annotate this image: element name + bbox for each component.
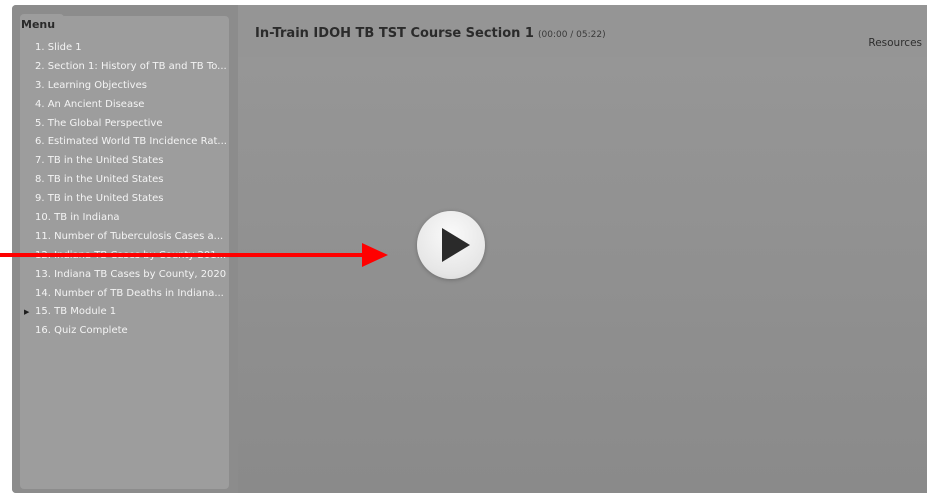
course-title-text: In-Train IDOH TB TST Course Section 1 bbox=[255, 26, 534, 41]
menu-item-label: 5. The Global Perspective bbox=[35, 117, 163, 129]
menu-item-slide-1[interactable]: 1. Slide 1 bbox=[20, 39, 229, 58]
slide-stage bbox=[238, 57, 927, 493]
menu-item-label: 2. Section 1: History of TB and TB To... bbox=[35, 60, 227, 72]
menu-item-label: 7. TB in the United States bbox=[35, 155, 164, 167]
menu-item-label: 3. Learning Objectives bbox=[35, 79, 147, 91]
playback-time: (00:00 / 05:22) bbox=[537, 30, 606, 40]
menu-item-learning-objectives[interactable]: 3. Learning Objectives bbox=[20, 77, 229, 96]
arrow-head bbox=[362, 243, 388, 267]
menu-item-tb-us-1[interactable]: 7. TB in the United States bbox=[20, 152, 229, 171]
menu-item-label: 16. Quiz Complete bbox=[35, 325, 128, 337]
menu-item-label: 4. An Ancient Disease bbox=[35, 98, 145, 110]
menu-title: Menu bbox=[21, 18, 56, 31]
menu-item-quiz-complete[interactable]: 16. Quiz Complete bbox=[20, 322, 229, 341]
menu-item-tb-us-2[interactable]: 8. TB in the United States bbox=[20, 171, 229, 190]
top-bar: In-Train IDOH TB TST Course Section 1 (00… bbox=[238, 5, 927, 57]
menu-item-label: 13. Indiana TB Cases by County, 2020 bbox=[35, 268, 227, 280]
menu-item-ancient-disease[interactable]: 4. An Ancient Disease bbox=[20, 96, 229, 115]
play-button[interactable] bbox=[417, 211, 485, 279]
menu-item-label: 9. TB in the United States bbox=[35, 193, 164, 205]
menu-item-tb-indiana[interactable]: 10. TB in Indiana bbox=[20, 209, 229, 228]
menu-item-label: 14. Number of TB Deaths in Indiana... bbox=[35, 287, 224, 299]
menu-item-world-incidence[interactable]: 6. Estimated World TB Incidence Rat... bbox=[20, 133, 229, 152]
menu-item-tb-deaths[interactable]: 14. Number of TB Deaths in Indiana... bbox=[20, 285, 229, 304]
menu-item-label: 8. TB in the United States bbox=[35, 174, 164, 186]
annotation-arrow-icon bbox=[0, 243, 388, 267]
course-title: In-Train IDOH TB TST Course Section 1 (00… bbox=[255, 26, 606, 41]
menu-item-global-perspective[interactable]: 5. The Global Perspective bbox=[20, 115, 229, 134]
play-icon bbox=[442, 228, 470, 262]
menu-item-history-of-tb[interactable]: 2. Section 1: History of TB and TB To... bbox=[20, 58, 229, 77]
menu-item-tb-us-3[interactable]: 9. TB in the United States bbox=[20, 190, 229, 209]
resources-link[interactable]: Resources bbox=[868, 37, 922, 49]
menu-item-label: 10. TB in Indiana bbox=[35, 212, 120, 224]
menu-item-label: 1. Slide 1 bbox=[35, 42, 82, 53]
menu-list: 1. Slide 1 2. Section 1: History of TB a… bbox=[20, 39, 229, 341]
menu-item-label: 15. TB Module 1 bbox=[35, 306, 117, 318]
menu-item-tb-module-1[interactable]: ▶ 15. TB Module 1 bbox=[20, 303, 229, 322]
expand-caret-icon[interactable]: ▶ bbox=[24, 303, 29, 322]
menu-item-label: 6. Estimated World TB Incidence Rat... bbox=[35, 136, 227, 148]
